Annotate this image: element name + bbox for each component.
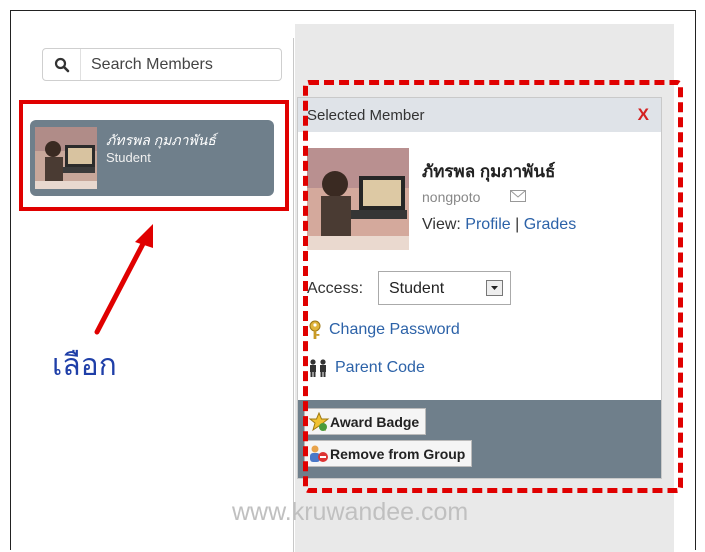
watermark: www.kruwandee.com xyxy=(232,498,469,526)
red-arrow-icon xyxy=(94,224,153,335)
search-input[interactable] xyxy=(81,55,271,74)
search-members-box[interactable] xyxy=(42,48,282,81)
highlight-dashed-box xyxy=(303,80,683,493)
search-icon[interactable] xyxy=(43,49,81,80)
annotation-label: เลือก xyxy=(52,348,117,383)
highlight-box xyxy=(19,100,289,211)
